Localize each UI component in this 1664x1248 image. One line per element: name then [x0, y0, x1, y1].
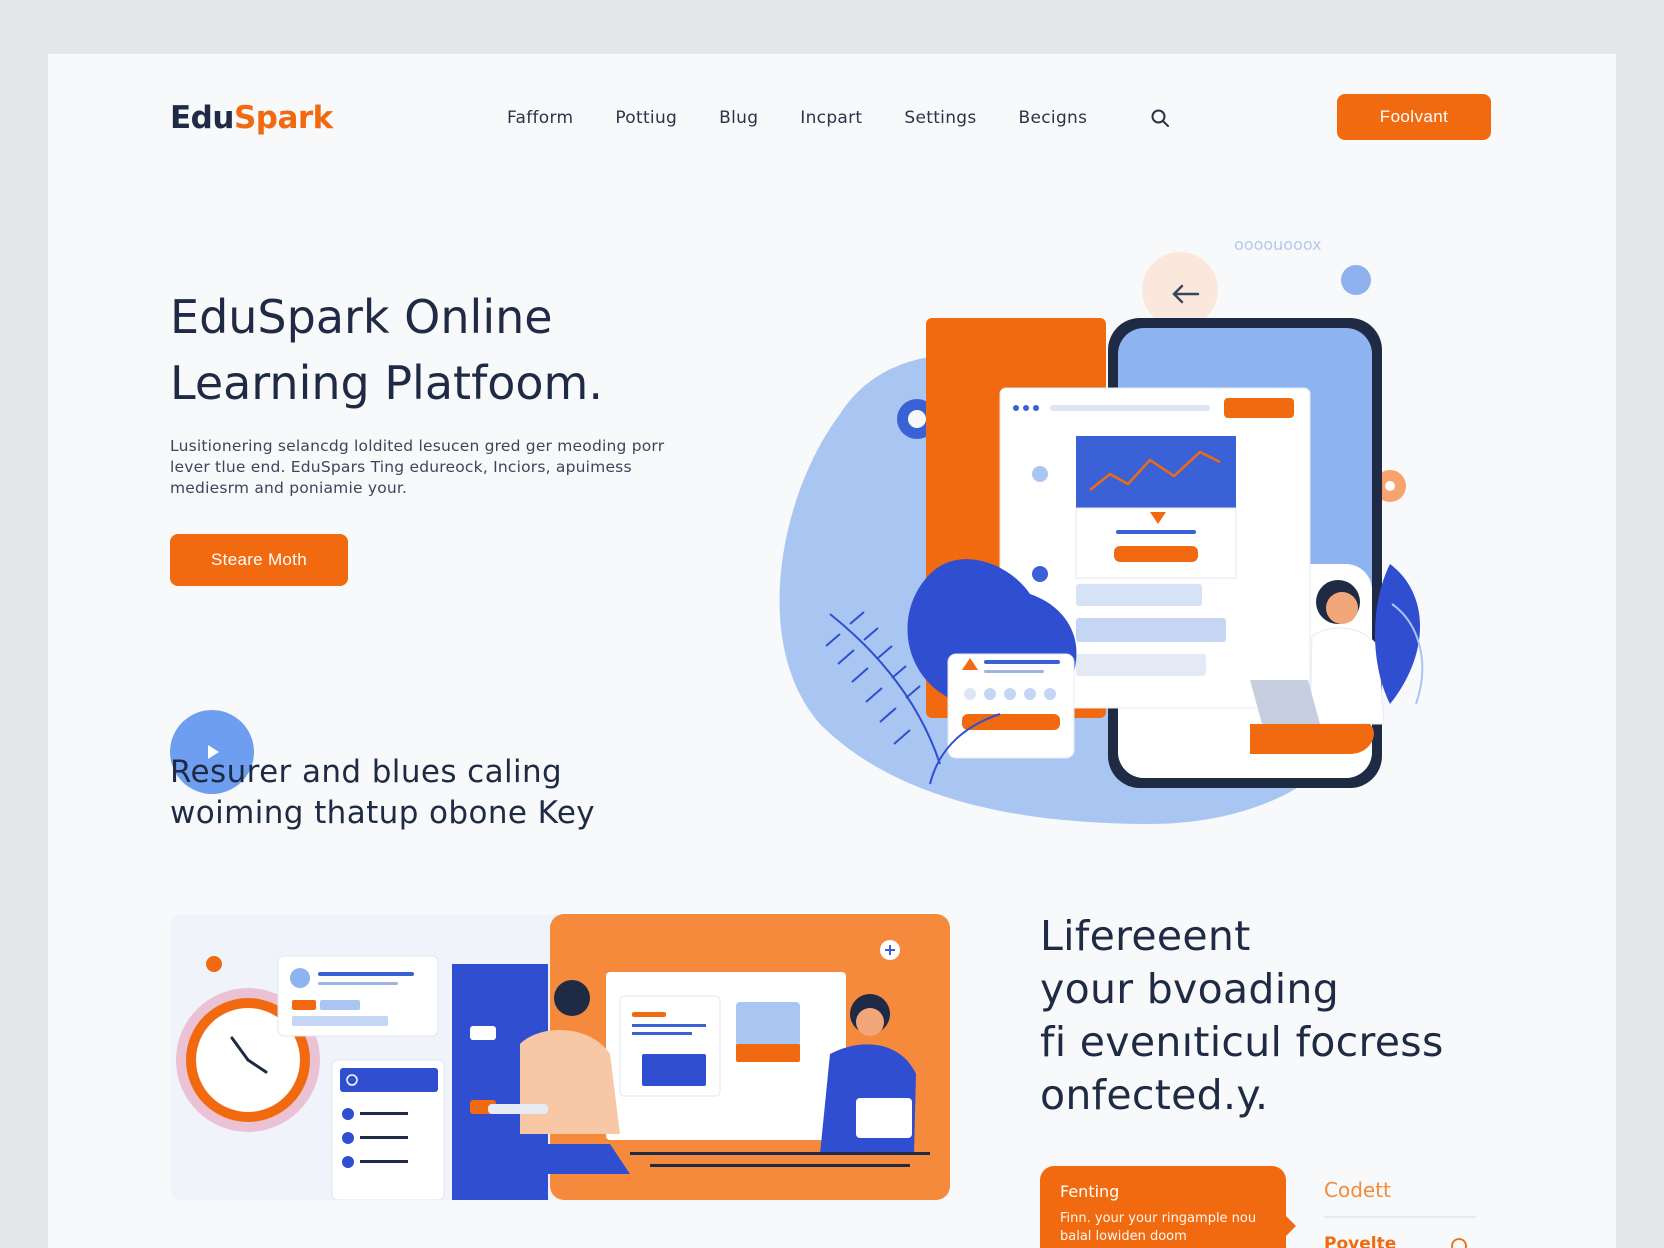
hero-title: EduSpark Online Learning Platfoom. — [170, 284, 730, 416]
logo-text-spark: Spark — [233, 100, 333, 136]
landing-page: EduSpark Fafform Pottiug Blug Incpart Se… — [48, 54, 1616, 1248]
logo[interactable]: EduSpark — [170, 100, 333, 136]
hero-illustration: oooouooox — [779, 235, 1424, 824]
feature-link-povelte[interactable]: Povelte — [1324, 1234, 1396, 1248]
collaboration-illustration — [170, 914, 950, 1200]
hero-start-button[interactable]: Steare Moth — [170, 534, 348, 586]
hero-title-line2: Learning Platfoom. — [170, 356, 603, 410]
hero-title-line1: EduSpark Online — [170, 290, 553, 344]
nav-item-incpart[interactable]: Incpart — [800, 108, 862, 128]
feature-title-line4: onfected.y. — [1040, 1071, 1269, 1119]
circle-arrow-icon[interactable] — [1450, 1237, 1468, 1248]
feature-title-line2: your bvoading — [1040, 965, 1340, 1013]
logo-text-edu: Edu — [170, 100, 234, 136]
search-icon[interactable] — [1150, 108, 1170, 128]
feature-divider — [1324, 1216, 1476, 1218]
secondary-heading: Resurer and blues caling woiming thatup … — [170, 752, 690, 834]
feature-card[interactable]: Fenting Finn. your your ringample nou ba… — [1040, 1166, 1286, 1248]
feature-title-line1: Lifereeent — [1040, 912, 1251, 960]
feature-card-title: Fenting — [1060, 1182, 1120, 1201]
nav-item-blug[interactable]: Blug — [719, 108, 758, 128]
feature-card-text: Finn. your your ringample nou balal lowi… — [1060, 1211, 1257, 1244]
feature-card-pointer — [1284, 1214, 1296, 1238]
nav-item-pottiug[interactable]: Pottiug — [615, 108, 677, 128]
nav-item-fafform[interactable]: Fafform — [507, 108, 573, 128]
feature-title-line3: fi evenıticul focress — [1040, 1018, 1444, 1066]
chart-card — [1076, 436, 1236, 508]
hero-description: Lusitionering selancdg loldited lesucen … — [170, 437, 665, 497]
deco-circle-peach — [1142, 252, 1218, 328]
secondary-line1: Resurer and blues caling — [170, 754, 563, 790]
feature-link-codett[interactable]: Codett — [1324, 1178, 1391, 1202]
illustration-label: oooouooox — [1234, 235, 1322, 254]
nav-item-settings[interactable]: Settings — [904, 108, 976, 128]
nav-item-becigns[interactable]: Becigns — [1019, 108, 1088, 128]
main-nav: Fafform Pottiug Blug Incpart Settings Be… — [507, 108, 1129, 128]
feature-title: Lifereeent your bvoading fi evenıticul f… — [1040, 910, 1560, 1122]
secondary-line2: woiming thatup obone Key — [170, 795, 596, 831]
deco-circle-blue — [1341, 265, 1371, 295]
header-cta-button[interactable]: Foolvant — [1337, 94, 1491, 140]
